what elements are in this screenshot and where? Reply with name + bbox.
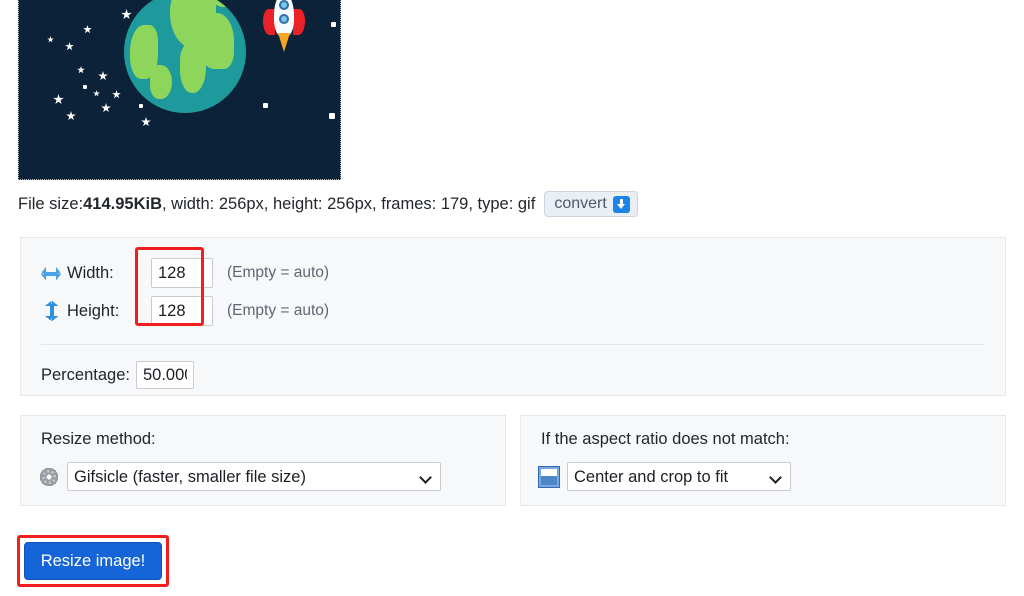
gear-icon [39,466,59,487]
percentage-label: Percentage: [41,365,130,384]
star [139,104,143,108]
resize-method-panel: Resize method: Gifsicle (faster, smaller… [20,415,506,506]
width-input[interactable] [151,258,213,288]
earth-landmass [150,65,172,99]
file-info-rest: , width: 256px, height: 256px, frames: 1… [162,194,536,213]
star [331,22,336,27]
height-row: Height: (Empty = auto) [41,296,329,326]
star [93,90,100,97]
panel-divider [41,344,985,345]
height-label: Height: [67,301,120,320]
resize-method-select-wrap: Gifsicle (faster, smaller file size) [67,462,441,491]
aspect-ratio-title: If the aspect ratio does not match: [541,430,790,448]
dimensions-panel: Width: (Empty = auto) Height: (Empty = a… [20,237,1006,396]
horizontal-double-arrow-icon [41,263,61,283]
resize-image-button[interactable]: Resize image! [24,542,162,580]
aspect-ratio-panel: If the aspect ratio does not match: Cent… [520,415,1006,506]
star [83,85,87,89]
star [329,113,335,119]
star [121,9,132,20]
percentage-row: Percentage: [41,361,194,389]
width-label: Width: [67,263,114,282]
rocket-fin [293,9,305,35]
star [66,111,76,121]
star [65,42,74,51]
star [53,94,64,105]
star [77,66,85,74]
star [263,103,268,108]
rocket-flame [278,33,290,52]
rocket-window [279,14,289,24]
rocket-illustration [259,0,309,53]
star [83,25,92,34]
earth-landmass [180,43,206,93]
height-input[interactable] [151,296,213,326]
crop-frame-icon [538,465,560,488]
percentage-input[interactable] [135,361,194,389]
rocket-window [279,0,289,10]
star [141,117,151,127]
star [47,36,54,43]
image-preview [18,0,341,180]
star [98,71,108,81]
earth-illustration [124,0,246,113]
height-hint: (Empty = auto) [227,302,330,319]
aspect-ratio-select-wrap: Center and crop to fit [567,462,791,491]
aspect-ratio-select[interactable]: Center and crop to fit [567,462,791,491]
resize-method-title: Resize method: [41,430,156,448]
resize-method-row: Gifsicle (faster, smaller file size) [39,462,441,491]
download-icon [612,195,630,213]
file-size-label: File size: [18,194,84,213]
aspect-ratio-row: Center and crop to fit [538,462,791,491]
width-row: Width: (Empty = auto) [41,258,329,288]
star [101,103,111,113]
vertical-double-arrow-icon [41,301,61,321]
star [112,90,121,99]
width-hint: (Empty = auto) [227,264,330,281]
space-background [19,0,340,179]
file-size-value: 414.95KiB [83,194,162,213]
convert-button[interactable]: convert [544,191,638,217]
resize-method-select[interactable]: Gifsicle (faster, smaller file size) [67,462,441,491]
convert-button-label: convert [554,195,607,212]
file-info-line: File size: 414.95KiB , width: 256px, hei… [18,191,638,217]
